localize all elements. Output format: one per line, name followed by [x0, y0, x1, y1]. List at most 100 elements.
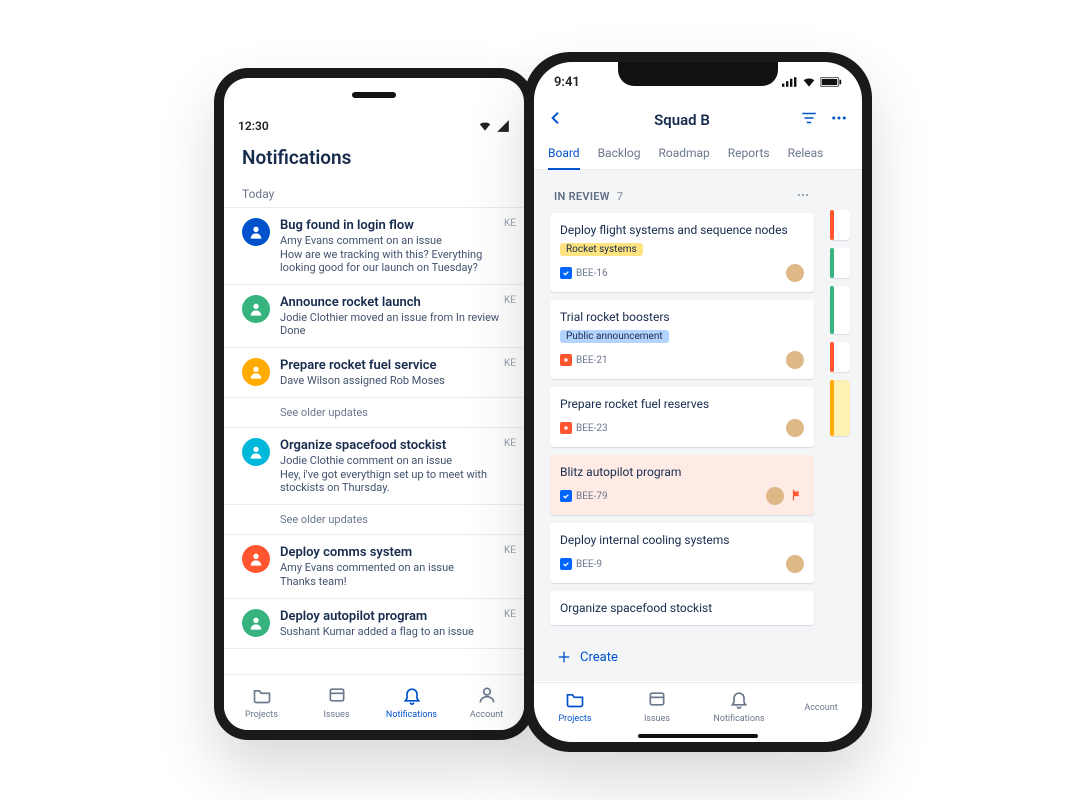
notification-item[interactable]: Organize spacefood stockistJodie Clothie…: [224, 428, 524, 505]
assignee-avatar: [766, 487, 784, 505]
assignee-avatar: [786, 419, 804, 437]
notification-item[interactable]: Prepare rocket fuel serviceDave Wilson a…: [224, 348, 524, 398]
assignee-avatar: [786, 264, 804, 282]
segtab-roadmap[interactable]: Roadmap: [658, 138, 709, 169]
issue-type-icon: [560, 558, 572, 570]
android-earpiece: [352, 92, 396, 98]
notification-tag: KE: [504, 609, 516, 620]
segtab-releas[interactable]: Releas: [788, 138, 824, 169]
board-card[interactable]: Organize spacefood stockist: [550, 591, 814, 625]
more-icon[interactable]: [830, 109, 848, 131]
tab-label: Projects: [245, 710, 278, 720]
tab-notifications[interactable]: Notifications: [374, 675, 449, 730]
tab-label: Notifications: [713, 714, 764, 724]
tab-account[interactable]: Account: [449, 675, 524, 730]
board-columns[interactable]: IN REVIEW 7 Deploy flight systems and se…: [534, 170, 862, 681]
board-card[interactable]: Deploy internal cooling systems BEE-9: [550, 523, 814, 583]
notification-item[interactable]: Deploy comms systemAmy Evans commented o…: [224, 535, 524, 599]
notification-text: Hey, i've got everythign set up to meet …: [280, 468, 512, 494]
card-key: BEE-21: [560, 354, 608, 366]
avatar: [242, 609, 270, 637]
filter-icon[interactable]: [800, 109, 818, 131]
tab-notifications[interactable]: Notifications: [698, 683, 780, 730]
segtab-backlog[interactable]: Backlog: [598, 138, 641, 169]
board-card[interactable]: Trial rocket boosters Public announcement…: [550, 300, 814, 379]
ios-notch: [618, 62, 778, 86]
android-phone-frame: 12:30 Notifications Today Bug found in l…: [214, 68, 534, 740]
notification-meta: Amy Evans commented on an issue: [280, 561, 512, 574]
tab-label: Notifications: [386, 710, 437, 720]
column-count: 7: [617, 190, 624, 203]
assignee-avatar: [786, 351, 804, 369]
card-label: Public announcement: [560, 330, 669, 343]
card-key: BEE-16: [560, 267, 608, 279]
notification-item[interactable]: Bug found in login flowAmy Evans comment…: [224, 208, 524, 285]
tab-account[interactable]: Account: [780, 683, 862, 730]
wifi-icon: [478, 119, 492, 133]
notification-title: Announce rocket launch: [280, 295, 512, 310]
card-title: Deploy flight systems and sequence nodes: [560, 223, 804, 237]
see-older-link[interactable]: See older updates: [224, 398, 524, 428]
create-button[interactable]: Create: [544, 639, 820, 675]
tab-projects[interactable]: Projects: [224, 675, 299, 730]
notification-text: How are we tracking with this? Everythin…: [280, 248, 512, 274]
assignee-avatar: [786, 555, 804, 573]
ios-screen: 9:41 Squad B Board Backlog Roadmap Reports R…: [534, 62, 862, 742]
ios-tab-bar: Projects Issues Notifications Account: [534, 682, 862, 742]
flag-icon: [790, 488, 804, 505]
column-more-icon[interactable]: [796, 188, 810, 205]
card-key: BEE-9: [560, 558, 602, 570]
tab-projects[interactable]: Projects: [534, 683, 616, 730]
tab-label: Issues: [323, 710, 349, 720]
notification-tag: KE: [504, 358, 516, 369]
back-button[interactable]: [548, 110, 564, 130]
android-tab-bar: Projects Issues Notifications Account: [224, 674, 524, 730]
notification-item[interactable]: Announce rocket launchJodie Clothier mov…: [224, 285, 524, 348]
card-title: Deploy internal cooling systems: [560, 533, 804, 547]
android-top-hardware: [224, 78, 524, 112]
card-list: Deploy flight systems and sequence nodes…: [544, 213, 820, 639]
page-title: Notifications: [224, 140, 524, 179]
notification-tag: KE: [504, 545, 516, 556]
segtab-reports[interactable]: Reports: [728, 138, 770, 169]
segtab-board[interactable]: Board: [548, 138, 580, 170]
tab-label: Account: [470, 710, 503, 720]
notifications-list: Bug found in login flow Amy Evans comment…: [224, 207, 524, 649]
ios-navbar: Squad B: [534, 102, 862, 138]
next-column-peek[interactable]: [830, 180, 850, 681]
notification-meta: Jodie Clothie comment on an issue: [280, 454, 512, 467]
notification-title: Deploy autopilot program: [280, 609, 512, 624]
notification-title: Bug found in login flow: [280, 218, 512, 233]
tab-label: Issues: [644, 714, 670, 724]
android-status-bar: 12:30: [224, 112, 524, 140]
battery-icon: [820, 77, 842, 87]
create-label: Create: [580, 650, 618, 665]
issue-type-icon: [560, 354, 572, 366]
tab-issues[interactable]: Issues: [616, 683, 698, 730]
card-key: BEE-23: [560, 422, 608, 434]
notification-title: Deploy comms system: [280, 545, 512, 560]
notifications-icon: [402, 685, 422, 708]
see-older-link[interactable]: See older updates: [224, 505, 524, 535]
card-title: Trial rocket boosters: [560, 310, 804, 324]
notification-item[interactable]: Deploy autopilot programSushant Kumar ad…: [224, 599, 524, 649]
issues-icon: [327, 685, 347, 708]
card-label: Rocket systems: [560, 243, 643, 256]
avatar: [242, 295, 270, 323]
status-time: 9:41: [554, 75, 580, 90]
board-card[interactable]: Blitz autopilot programBEE-79: [550, 455, 814, 515]
projects-icon: [252, 685, 272, 708]
column-in-review: IN REVIEW 7 Deploy flight systems and se…: [544, 180, 820, 681]
notifications-icon: [729, 689, 749, 712]
board-card[interactable]: Deploy flight systems and sequence nodes…: [550, 213, 814, 292]
ios-phone-frame: 9:41 Squad B Board Backlog Roadmap Reports R…: [524, 52, 872, 752]
tab-issues[interactable]: Issues: [299, 675, 374, 730]
android-screen: 12:30 Notifications Today Bug found in l…: [224, 112, 524, 730]
wifi-icon: [802, 75, 816, 89]
avatar: [242, 545, 270, 573]
issue-type-icon: [560, 267, 572, 279]
issue-type-icon: [560, 490, 572, 502]
board-card[interactable]: Prepare rocket fuel reservesBEE-23: [550, 387, 814, 447]
card-title: Organize spacefood stockist: [560, 601, 804, 615]
notification-meta: Dave Wilson assigned Rob Moses: [280, 374, 512, 387]
